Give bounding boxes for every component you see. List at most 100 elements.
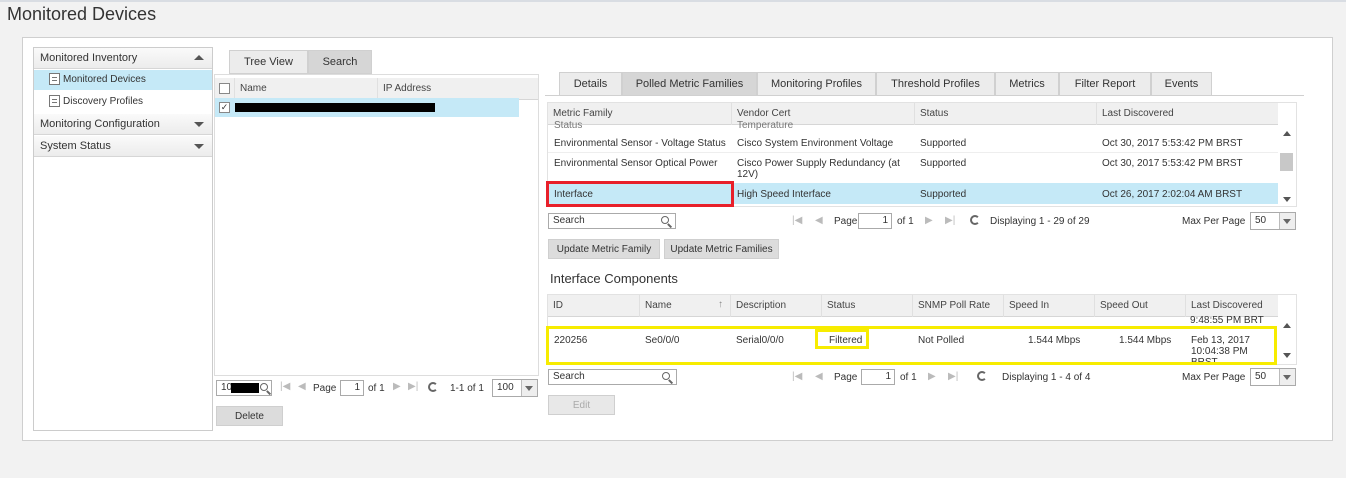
column-description[interactable]: Description [730, 295, 821, 317]
metric-family-cell: Environmental Sensor Optical Power [554, 158, 718, 169]
prev-page-icon[interactable]: ◀ [815, 371, 823, 382]
last-discovered-cell: Oct 30, 2017 5:53:42 PM BRST [1102, 158, 1243, 169]
column-id[interactable]: ID [548, 295, 639, 317]
redacted-search-text [231, 383, 259, 393]
metric-search-input[interactable]: Search [548, 213, 676, 229]
refresh-icon[interactable] [428, 382, 438, 392]
metric-grid-scrollbar[interactable] [1279, 125, 1294, 206]
next-page-icon[interactable]: ▶ [393, 381, 401, 392]
prev-page-icon[interactable]: ◀ [298, 381, 306, 392]
device-grid-header: Name IP Address [215, 78, 538, 100]
next-page-icon[interactable]: ▶ [925, 215, 933, 226]
nav-item-monitored-devices[interactable]: Monitored Devices [34, 70, 212, 90]
column-last-discovered[interactable]: Last Discovered [1185, 295, 1278, 317]
tab-search[interactable]: Search [308, 50, 372, 74]
status-cell: Supported [920, 189, 967, 200]
status-cell: Supported [920, 138, 967, 149]
nav-section-label: System Status [40, 140, 111, 152]
tab-filter-report[interactable]: Filter Report [1059, 72, 1151, 96]
tab-tree-view[interactable]: Tree View [229, 50, 308, 74]
tab-monitoring-profiles[interactable]: Monitoring Profiles [757, 72, 876, 96]
tab-threshold-profiles[interactable]: Threshold Profiles [876, 72, 995, 96]
first-page-icon[interactable]: |◀ [792, 371, 802, 382]
components-header: ID Name ↑ Description Status SNMP Poll R… [548, 295, 1278, 317]
device-grid [214, 74, 539, 376]
interface-components-title: Interface Components [550, 271, 678, 286]
components-scrollbar[interactable] [1279, 317, 1294, 364]
last-page-icon[interactable]: ▶| [945, 215, 955, 226]
device-row[interactable]: ✓ [215, 98, 519, 117]
max-per-page-select[interactable]: 50 [1250, 212, 1296, 230]
column-status[interactable]: Status [914, 103, 1096, 125]
search-icon[interactable] [260, 383, 268, 391]
delete-button[interactable]: Delete [216, 406, 283, 426]
metric-family-header: Metric Family Vendor Cert Status Last Di… [548, 103, 1278, 125]
edit-button[interactable]: Edit [548, 395, 615, 415]
display-text: Displaying 1 - 4 of 4 [1002, 372, 1091, 383]
display-text: Displaying 1 - 29 of 29 [990, 216, 1090, 227]
update-metric-families-button[interactable]: Update Metric Families [664, 239, 779, 259]
search-icon[interactable] [661, 216, 669, 224]
nav-item-label: Monitored Devices [63, 74, 146, 85]
collapse-icon [194, 55, 204, 60]
scroll-up-icon[interactable] [1283, 131, 1291, 136]
column-speed-in[interactable]: Speed In [1003, 295, 1094, 317]
page-label: Page [834, 216, 858, 227]
column-name[interactable]: Name [639, 295, 730, 317]
last-discovered-cell: Oct 30, 2017 5:53:42 PM BRST [1102, 138, 1243, 149]
vendor-cert-cell: High Speed Interface [737, 189, 831, 200]
max-per-page-select[interactable]: 50 [1250, 368, 1296, 386]
scroll-thumb[interactable] [1280, 153, 1293, 171]
metric-family-cell: Environmental Sensor - Voltage Status [554, 138, 726, 149]
next-page-icon[interactable]: ▶ [928, 371, 936, 382]
column-ip-address[interactable]: IP Address [377, 78, 517, 100]
scroll-down-icon[interactable] [1283, 197, 1291, 202]
first-page-icon[interactable]: |◀ [792, 215, 802, 226]
yellow-highlight-row-box [546, 326, 1277, 365]
tab-polled-metric-families[interactable]: Polled Metric Families [622, 72, 757, 96]
table-row[interactable]: Environmental Sensor Optical Power Cisco… [548, 153, 1278, 183]
nav-section-system-status[interactable]: System Status [34, 136, 212, 157]
first-page-icon[interactable]: |◀ [280, 381, 290, 392]
page-input[interactable]: 1 [858, 213, 892, 229]
nav-item-discovery-profiles[interactable]: Discovery Profiles [34, 92, 212, 112]
status-cell: Supported [920, 158, 967, 169]
refresh-icon[interactable] [970, 215, 980, 225]
last-discovered-cell: Oct 26, 2017 2:02:04 AM BRST [1102, 189, 1243, 200]
partial-row-family: Status [554, 120, 583, 131]
sort-asc-icon[interactable]: ↑ [718, 299, 723, 310]
vendor-cert-cell: Cisco System Environment Voltage [737, 138, 894, 149]
components-search-input[interactable]: Search [548, 369, 677, 385]
scroll-up-icon[interactable] [1283, 323, 1291, 328]
update-metric-family-button[interactable]: Update Metric Family [548, 239, 660, 259]
table-row[interactable]: Environmental Sensor - Voltage Status Ci… [548, 132, 1278, 153]
row-checkbox-checked[interactable]: ✓ [219, 102, 230, 113]
page-input[interactable]: 1 [861, 369, 895, 385]
column-status[interactable]: Status [821, 295, 912, 317]
column-snmp-poll-rate[interactable]: SNMP Poll Rate [912, 295, 1003, 317]
chevron-down-icon [1279, 213, 1295, 229]
column-speed-out[interactable]: Speed Out [1094, 295, 1185, 317]
nav-section-monitored-inventory[interactable]: Monitored Inventory [34, 48, 212, 69]
tab-metrics[interactable]: Metrics [995, 72, 1059, 96]
last-page-icon[interactable]: ▶| [408, 381, 418, 392]
page-input[interactable]: 1 [340, 380, 364, 396]
last-page-icon[interactable]: ▶| [948, 371, 958, 382]
page-label: Page [834, 372, 858, 383]
chevron-down-icon [1279, 369, 1295, 385]
tab-details[interactable]: Details [559, 72, 622, 96]
document-icon [49, 95, 60, 107]
select-all-checkbox[interactable] [219, 83, 230, 94]
search-icon[interactable] [662, 372, 670, 380]
column-name[interactable]: Name [234, 78, 374, 100]
page-label: Page [313, 383, 337, 394]
scroll-down-icon[interactable] [1283, 353, 1291, 358]
partial-last-discovered: 9:48:55 PM BRT [1190, 315, 1264, 326]
per-page-select[interactable]: 100 [492, 379, 538, 397]
refresh-icon[interactable] [977, 371, 987, 381]
column-last-discovered[interactable]: Last Discovered [1096, 103, 1278, 125]
tab-events[interactable]: Events [1151, 72, 1212, 96]
top-border [0, 0, 1346, 2]
nav-section-monitoring-configuration[interactable]: Monitoring Configuration [34, 114, 212, 135]
prev-page-icon[interactable]: ◀ [815, 215, 823, 226]
